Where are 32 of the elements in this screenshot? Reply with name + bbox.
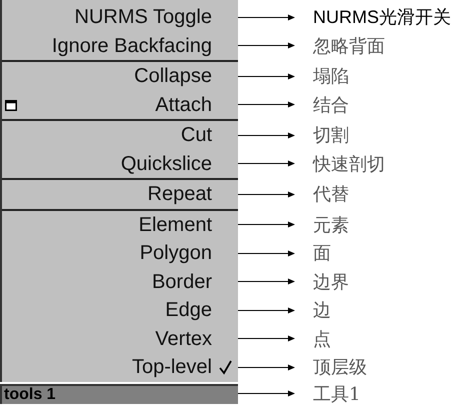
arrow bbox=[238, 390, 295, 397]
arrow bbox=[238, 250, 295, 257]
annotation-label: 代替 bbox=[313, 183, 349, 206]
annotation-label: 边 bbox=[313, 299, 331, 322]
arrow bbox=[238, 190, 295, 198]
annotation-label: 结合 bbox=[313, 94, 349, 117]
arrow bbox=[238, 42, 295, 50]
menu-item[interactable]: Edge bbox=[165, 298, 212, 322]
arrow bbox=[238, 335, 295, 342]
annotation-label: 边界 bbox=[313, 270, 349, 294]
annotation-label: 快速剖切 bbox=[313, 152, 385, 176]
arrow bbox=[238, 14, 295, 21]
annotation-label: 点 bbox=[313, 328, 331, 351]
menu-item[interactable]: Cut bbox=[180, 123, 212, 148]
arrow bbox=[238, 278, 295, 286]
annotation-label: 忽略背面 bbox=[313, 34, 385, 58]
arrow bbox=[238, 221, 295, 228]
annotation-label: 顶层级 bbox=[313, 356, 367, 380]
arrow bbox=[238, 132, 295, 139]
annotation-label: 元素 bbox=[313, 214, 349, 237]
arrow bbox=[238, 364, 295, 371]
arrow bbox=[238, 306, 295, 314]
annotation-label: NURMS光滑开关 bbox=[313, 6, 451, 30]
annotation-label: 塌陷 bbox=[313, 65, 349, 88]
annotation-label: 面 bbox=[313, 242, 331, 266]
window-icon bbox=[5, 100, 17, 110]
arrow bbox=[238, 72, 295, 80]
menu-title: tools 1 bbox=[4, 386, 56, 404]
arrow bbox=[238, 160, 295, 168]
arrow bbox=[238, 101, 295, 108]
annotation-label: 切割 bbox=[313, 124, 349, 148]
annotation-label: 工具1 bbox=[313, 382, 360, 406]
